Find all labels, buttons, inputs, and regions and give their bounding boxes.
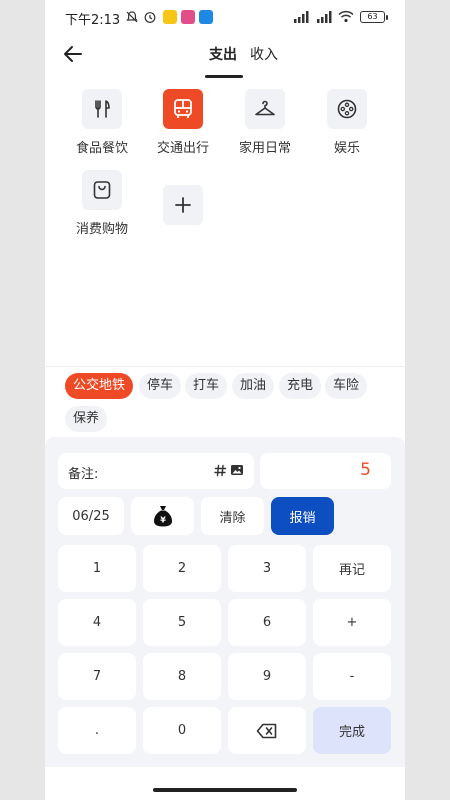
plus-icon (175, 197, 191, 213)
wifi-icon (338, 10, 354, 23)
subcategory-chip-parking[interactable]: 停车 (139, 373, 182, 399)
subcategory-chip-maintenance[interactable]: 保养 (65, 406, 108, 432)
key-0[interactable]: 0 (143, 707, 221, 754)
key-5[interactable]: 5 (143, 599, 221, 646)
money-bag-icon: ¥ (153, 506, 172, 527)
bus-icon (174, 99, 192, 118)
record-again-key[interactable]: 再记 (313, 545, 391, 592)
battery-level: 63 (360, 11, 388, 23)
divider (45, 366, 405, 367)
key-1[interactable]: 1 (58, 545, 136, 592)
app-badge-blue-icon (199, 10, 213, 24)
image-icon[interactable] (230, 463, 244, 477)
signal-icon (294, 11, 309, 23)
app-badge-yellow-icon (163, 10, 177, 24)
category-label: 消费购物 (75, 222, 128, 237)
subcategory-chip-insurance[interactable]: 车险 (325, 373, 368, 399)
keypad-panel: 备注: 5 06/25 ¥ 清除 报销 1 2 3 再记 4 5 6 + 7 8… (45, 437, 405, 767)
tab-indicator (205, 75, 243, 78)
category-icon-box (163, 185, 203, 225)
note-label: 备注: (68, 467, 99, 482)
status-time: 下午2:13 (65, 13, 121, 28)
key-8[interactable]: 8 (143, 653, 221, 700)
amount-field[interactable]: 5 (260, 453, 391, 489)
plus-key[interactable]: + (313, 599, 391, 646)
film-reel-icon (337, 99, 357, 119)
category-transport[interactable]: 交通出行 (143, 89, 223, 156)
add-category-button[interactable] (143, 185, 223, 225)
category-shopping[interactable]: 消费购物 (62, 170, 142, 237)
category-entertainment[interactable]: 娱乐 (307, 89, 387, 156)
decimal-key[interactable]: . (58, 707, 136, 754)
date-button[interactable]: 06/25 (58, 497, 124, 535)
hanger-icon (255, 100, 275, 116)
home-indicator (153, 788, 297, 792)
app-screen: 下午2:13 63 支出 收入 食品餐饮 交通出行 家用日常 娱乐 消费购物 公… (45, 0, 405, 800)
key-3[interactable]: 3 (228, 545, 306, 592)
status-bar: 下午2:13 63 (45, 0, 405, 34)
subcategory-chip-taxi[interactable]: 打车 (185, 373, 228, 399)
svg-text:¥: ¥ (160, 516, 166, 525)
tab-income[interactable]: 收入 (250, 44, 278, 64)
backspace-icon (256, 723, 277, 738)
category-icon-box (163, 89, 203, 129)
category-icon-box (327, 89, 367, 129)
category-food[interactable]: 食品餐饮 (62, 89, 142, 156)
shopping-bag-icon (93, 181, 111, 199)
clear-button[interactable]: 清除 (201, 497, 264, 535)
category-icon-box (82, 89, 122, 129)
done-button[interactable]: 完成 (313, 707, 391, 754)
note-field[interactable]: 备注: (58, 453, 254, 489)
subcategory-chip-fuel[interactable]: 加油 (232, 373, 275, 399)
category-icon-box (245, 89, 285, 129)
back-button[interactable] (61, 42, 85, 66)
subcategory-chip-charging[interactable]: 充电 (279, 373, 322, 399)
category-label: 交通出行 (156, 141, 209, 156)
minus-key[interactable]: - (313, 653, 391, 700)
key-4[interactable]: 4 (58, 599, 136, 646)
key-6[interactable]: 6 (228, 599, 306, 646)
account-button[interactable]: ¥ (131, 497, 194, 535)
backspace-key[interactable] (228, 707, 306, 754)
category-label: 家用日常 (238, 141, 291, 156)
subcategory-chip-metro[interactable]: 公交地铁 (65, 373, 134, 399)
note-tools (214, 463, 244, 477)
key-2[interactable]: 2 (143, 545, 221, 592)
category-label: 食品餐饮 (75, 141, 128, 156)
category-icon-box (82, 170, 122, 210)
signal-icon (317, 11, 332, 23)
hashtag-icon[interactable] (214, 464, 227, 477)
key-9[interactable]: 9 (228, 653, 306, 700)
tab-expense[interactable]: 支出 (209, 44, 237, 64)
reimburse-button[interactable]: 报销 (271, 497, 334, 535)
key-7[interactable]: 7 (58, 653, 136, 700)
category-household[interactable]: 家用日常 (225, 89, 305, 156)
app-badge-pink-icon (181, 10, 195, 24)
alarm-icon (144, 12, 156, 23)
amount-value: 5 (360, 460, 371, 480)
fork-knife-icon (95, 100, 110, 118)
mute-notification-icon (126, 11, 138, 23)
category-label: 娱乐 (333, 141, 360, 156)
